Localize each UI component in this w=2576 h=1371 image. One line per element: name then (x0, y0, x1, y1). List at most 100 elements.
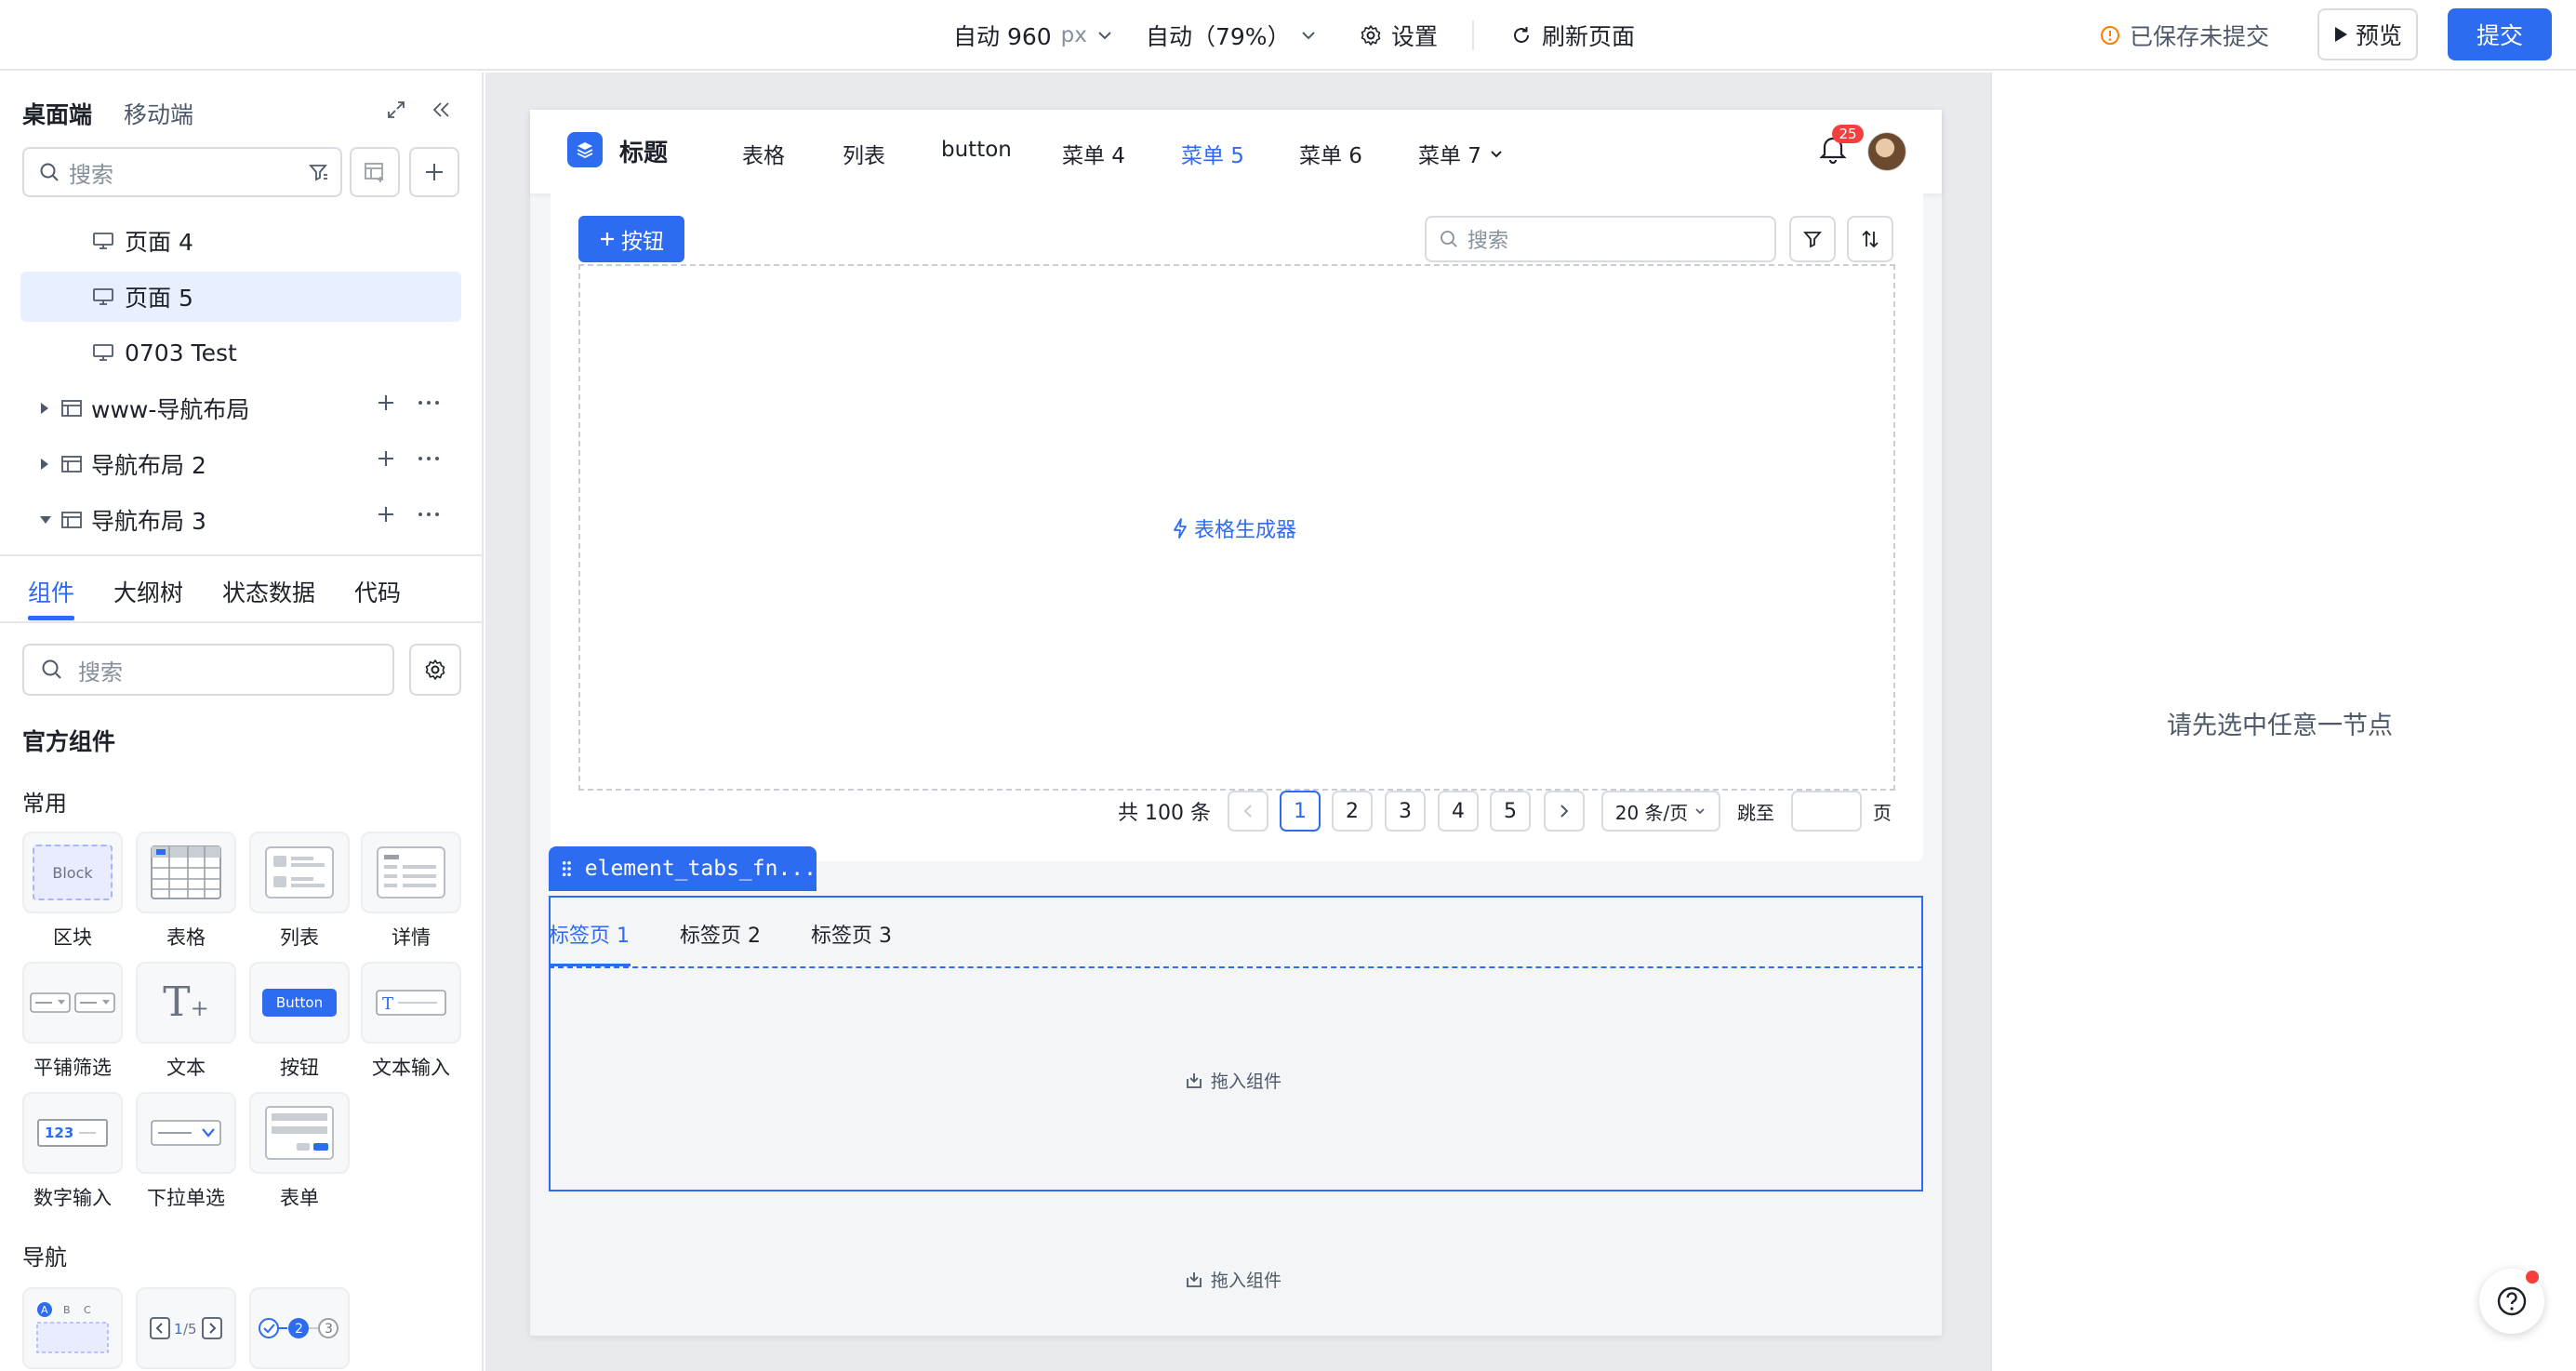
tab-desktop[interactable]: 桌面端 (22, 97, 92, 130)
tab-code[interactable]: 代码 (354, 575, 401, 608)
nav-menu-button[interactable]: button (941, 138, 1012, 162)
refresh-page-button[interactable]: 刷新页面 (1510, 19, 1635, 52)
nav-menu-table[interactable]: 表格 (742, 138, 785, 169)
tree-item-page-5[interactable]: 页面 5 (20, 272, 461, 322)
plus-icon[interactable] (376, 448, 396, 469)
selected-component-label[interactable]: element_tabs_fn... (549, 846, 817, 891)
component-steps[interactable]: 23 (249, 1287, 350, 1369)
number-input-icon: 123 (22, 1092, 123, 1174)
nav-menu-7[interactable]: 菜单 7 (1418, 138, 1504, 169)
table-filter-button[interactable] (1789, 216, 1836, 262)
canvas-width-select[interactable]: 自动 960 px (953, 19, 1113, 52)
submit-button[interactable]: 提交 (2448, 8, 2552, 60)
page-search-input[interactable]: 搜索 (22, 147, 342, 197)
save-status-label: 已保存未提交 (2130, 23, 2270, 50)
drag-handle-icon[interactable] (562, 859, 572, 879)
tab-2[interactable]: 标签页 2 (680, 919, 761, 949)
zoom-select[interactable]: 自动（79%） (1146, 19, 1317, 52)
caret-down-icon[interactable] (39, 514, 52, 526)
plus-icon (601, 233, 614, 246)
add-button[interactable]: 按钮 (578, 216, 684, 262)
block-thumb: Block (33, 845, 113, 900)
component-button[interactable]: Button 按钮 (249, 962, 350, 1081)
pagination-page-2[interactable]: 2 (1332, 791, 1373, 832)
pagination-page-5[interactable]: 5 (1490, 791, 1531, 832)
table-sort-button[interactable] (1847, 216, 1893, 262)
more-icon[interactable] (417, 448, 441, 469)
notification-badge: 25 (1832, 125, 1864, 143)
component-tile-filter[interactable]: 平铺筛选 (22, 962, 123, 1081)
caret-right-icon[interactable] (39, 458, 50, 471)
pagination-page-1[interactable]: 1 (1280, 791, 1321, 832)
component-text-input[interactable]: T 文本输入 (361, 962, 461, 1081)
tab-mobile[interactable]: 移动端 (124, 97, 193, 130)
drop-hint-label: 拖入组件 (1211, 1072, 1282, 1092)
add-page-button[interactable] (409, 147, 459, 197)
svg-text:B: B (63, 1304, 71, 1316)
search-icon (40, 163, 59, 181)
collapse-panel-icon[interactable] (426, 95, 456, 125)
tree-item-nav-layout-3[interactable]: 导航布局 3 (20, 495, 461, 545)
table-search-input[interactable]: 搜索 (1425, 216, 1776, 262)
tab-components[interactable]: 组件 (28, 575, 74, 608)
component-label: 数字输入 (33, 1187, 112, 1209)
tab-outline-tree[interactable]: 大纲树 (113, 575, 183, 608)
left-panel: 桌面端 移动端 搜索 页面 4 页面 5 0703 Test www-导航布局 (0, 73, 484, 1371)
component-select[interactable]: 下拉单选 (136, 1092, 236, 1211)
tree-item-label: 导航布局 3 (91, 508, 206, 535)
nav-menu-list[interactable]: 列表 (843, 138, 885, 169)
svg-text:T: T (382, 994, 393, 1014)
preview-button[interactable]: 预览 (2317, 8, 2418, 60)
jump-page-input[interactable] (1791, 791, 1862, 832)
pagination-prev-button[interactable] (1228, 791, 1268, 832)
tree-item-www-nav-layout[interactable]: www-导航布局 (20, 383, 461, 433)
filter-icon[interactable] (309, 162, 329, 182)
tree-item-0703-test[interactable]: 0703 Test (20, 327, 461, 378)
component-table[interactable]: 表格 (136, 832, 236, 951)
add-layout-button[interactable] (350, 147, 400, 197)
component-search-input[interactable]: 搜索 (22, 644, 394, 696)
drop-zone-tab-content[interactable]: 拖入组件 (1185, 1068, 1281, 1093)
tab-1[interactable]: 标签页 1 (549, 919, 630, 949)
expand-icon[interactable] (381, 95, 411, 125)
component-form[interactable]: 表单 (249, 1092, 350, 1211)
component-list[interactable]: 列表 (249, 832, 350, 951)
refresh-icon (1514, 27, 1529, 43)
nav-menu-6[interactable]: 菜单 6 (1299, 138, 1362, 169)
component-detail[interactable]: 详情 (361, 832, 461, 951)
nav-menu-4[interactable]: 菜单 4 (1062, 138, 1125, 169)
avatar[interactable] (1867, 132, 1906, 171)
pagination-page-3[interactable]: 3 (1385, 791, 1426, 832)
tab-state-data[interactable]: 状态数据 (222, 575, 315, 608)
pagination-page-4[interactable]: 4 (1438, 791, 1479, 832)
zoom-label: 自动（79%） (1146, 23, 1291, 50)
component-tabs[interactable]: A B C (22, 1287, 123, 1369)
jump-page-unit: 页 (1873, 801, 1892, 824)
tree-item-nav-layout-2[interactable]: 导航布局 2 (20, 439, 461, 489)
component-settings-button[interactable] (409, 644, 461, 696)
nav-menu-5[interactable]: 菜单 5 (1181, 138, 1244, 169)
plus-icon[interactable] (376, 393, 396, 413)
pagination-next-button[interactable] (1544, 791, 1585, 832)
tab-3[interactable]: 标签页 3 (811, 919, 892, 949)
tab-ink-bar (28, 616, 74, 620)
component-pagination[interactable]: 1/5 (136, 1287, 236, 1369)
tree-item-page-4[interactable]: 页面 4 (20, 216, 461, 266)
table-generator-link[interactable]: 表格生成器 (1172, 513, 1296, 543)
page-nav-bar[interactable]: 标题 表格 列表 button 菜单 4 菜单 5 菜单 6 菜单 7 25 (530, 110, 1942, 193)
warning-icon (2101, 26, 2119, 45)
caret-right-icon[interactable] (39, 402, 50, 415)
settings-button[interactable]: 设置 (1360, 19, 1438, 52)
component-text[interactable]: T+ 文本 (136, 962, 236, 1081)
more-icon[interactable] (417, 504, 441, 525)
tabs-header: 标签页 1 标签页 2 标签页 3 (549, 919, 942, 949)
more-icon[interactable] (417, 393, 441, 413)
plus-icon[interactable] (376, 504, 396, 525)
gear-icon (1361, 25, 1381, 46)
page-size-select[interactable]: 20 条/页 (1601, 791, 1720, 832)
top-toolbar: 自动 960 px 自动（79%） 设置 刷新页面 已保存未提交 预览 提交 (0, 0, 2576, 71)
component-block[interactable]: Block 区块 (22, 832, 123, 951)
drop-zone-page[interactable]: 拖入组件 (1185, 1267, 1281, 1292)
component-number-input[interactable]: 123 数字输入 (22, 1092, 123, 1211)
add-button-label: 按钮 (621, 230, 664, 254)
